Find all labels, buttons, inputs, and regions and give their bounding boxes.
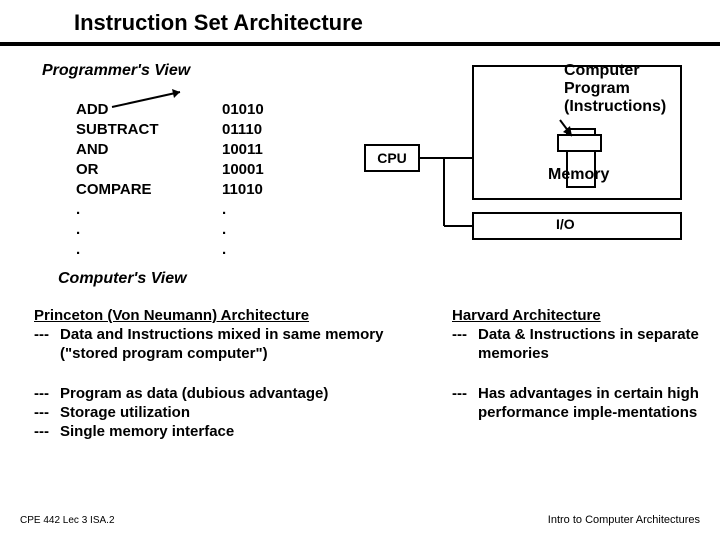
binary: . (222, 220, 264, 240)
binary: . (222, 240, 264, 260)
princeton-point: Data and Instructions mixed in same memo… (60, 325, 434, 363)
princeton-point: Program as data (dubious advantage) (60, 384, 328, 403)
bullet-icon: --- (34, 384, 60, 403)
mnemonic: . (76, 240, 159, 260)
princeton-point: Storage utilization (60, 403, 190, 422)
bullet-icon: --- (34, 403, 60, 422)
bullet-icon: --- (34, 422, 60, 441)
footer-left: CPE 442 Lec 3 ISA.2 (20, 515, 115, 526)
memory-label: Memory (548, 166, 609, 184)
slide-title: Instruction Set Architecture (74, 10, 363, 36)
cpu-box: CPU (364, 144, 420, 172)
bullet-icon: --- (34, 325, 60, 363)
io-label: I/O (556, 216, 575, 232)
memory-slot-icon (557, 134, 602, 152)
harvard-block-2: --- Has advantages in certain high perfo… (452, 384, 712, 422)
mnemonic: AND (76, 140, 159, 160)
mnemonic: ADD (76, 100, 159, 120)
mnemonic: SUBTRACT (76, 120, 159, 140)
princeton-block-2: --- Program as data (dubious advantage) … (34, 384, 434, 441)
program-label: ComputerProgram(Instructions) (564, 62, 666, 116)
mnemonic: OR (76, 160, 159, 180)
harvard-point: Has advantages in certain high performan… (478, 384, 712, 422)
binary: 11010 (222, 180, 264, 200)
binary: 10001 (222, 160, 264, 180)
mnemonic: . (76, 200, 159, 220)
bullet-icon: --- (452, 325, 478, 363)
computers-view-label: Computer's View (58, 270, 187, 288)
mnemonic: COMPARE (76, 180, 159, 200)
programmers-view-label: Programmer's View (42, 62, 190, 80)
harvard-block: Harvard Architecture --- Data & Instruct… (452, 306, 712, 363)
princeton-heading: Princeton (Von Neumann) Architecture (34, 306, 434, 325)
binary: . (222, 200, 264, 220)
harvard-point: Data & Instructions in separate memories (478, 325, 712, 363)
harvard-heading: Harvard Architecture (452, 306, 712, 325)
binary: 01010 (222, 100, 264, 120)
binary-column: 01010 01110 10011 10001 11010 . . . (222, 100, 264, 260)
binary: 10011 (222, 140, 264, 160)
io-box (472, 212, 682, 240)
binary: 01110 (222, 120, 264, 140)
title-rule (0, 42, 720, 46)
mnemonic: . (76, 220, 159, 240)
footer-right: Intro to Computer Architectures (548, 514, 700, 526)
bullet-icon: --- (452, 384, 478, 422)
program-label-line: ComputerProgram(Instructions) (564, 62, 666, 115)
mnemonic-column: ADD SUBTRACT AND OR COMPARE . . . (76, 100, 159, 260)
princeton-block: Princeton (Von Neumann) Architecture ---… (34, 306, 434, 363)
princeton-point: Single memory interface (60, 422, 234, 441)
